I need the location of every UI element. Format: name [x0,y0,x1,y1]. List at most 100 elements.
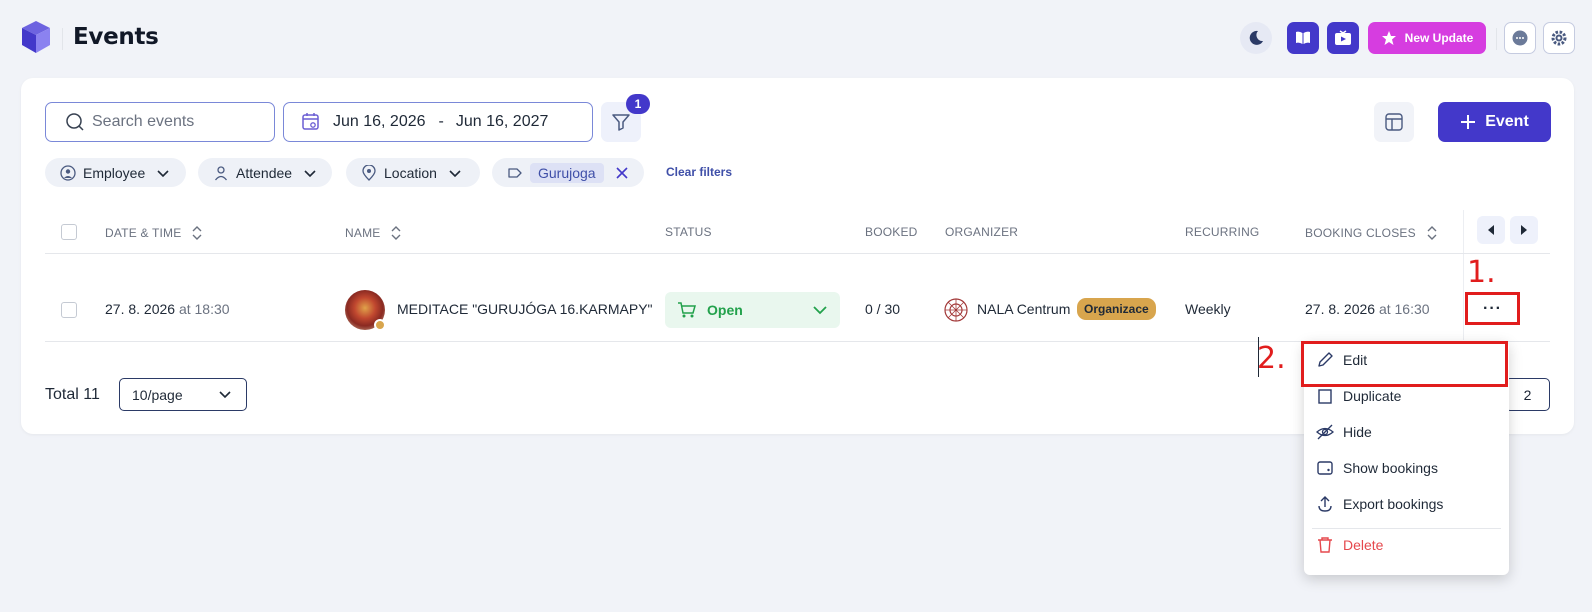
avatar-status-dot [374,319,386,331]
clear-filters-link[interactable]: Clear filters [666,165,732,179]
header-divider-right [1496,28,1497,50]
eye-off-icon [1316,424,1334,440]
row-close-time: at 16:30 [1378,301,1430,317]
new-update-button[interactable]: New Update [1368,22,1486,54]
column-date-time-label: DATE & TIME [105,226,182,240]
date-range-picker[interactable]: Jun 16, 2026 - Jun 16, 2027 [283,102,593,142]
sort-icon [1427,226,1437,240]
dark-mode-toggle[interactable] [1240,22,1272,54]
chevron-down-icon [157,169,169,177]
chevron-down-icon [813,306,827,315]
menu-item-delete[interactable]: Delete [1316,536,1383,554]
menu-item-hide[interactable]: Hide [1316,423,1372,441]
book-icon [1296,31,1310,44]
column-status: STATUS [665,225,712,239]
page-size-select[interactable]: 10/page [119,378,247,411]
user-icon [214,165,228,180]
location-pin-icon [362,164,376,181]
star-icon [1381,31,1396,45]
row-time: at 18:30 [178,301,230,317]
scroll-right-button[interactable] [1510,216,1538,244]
video-icon [1335,30,1351,45]
date-separator: - [438,113,444,130]
menu-item-export-bookings[interactable]: Export bookings [1316,495,1443,513]
location-filter-label: Location [384,164,437,181]
row-date: 27. 8. 2026 [105,301,176,317]
row-actions-button[interactable]: ··· [1465,292,1520,325]
video-button[interactable] [1327,22,1359,54]
app-logo[interactable] [20,20,52,54]
column-name[interactable]: NAME [345,225,402,241]
edit-highlight-box [1301,341,1508,387]
row-organizer: NALA Centrum [977,301,1071,317]
column-booking-closes[interactable]: BOOKING CLOSES [1305,225,1438,241]
moon-icon [1249,30,1263,45]
caret-left-icon [1488,225,1494,235]
menu-item-duplicate[interactable]: Duplicate [1316,387,1401,405]
status-label: Open [707,302,743,318]
user-circle-icon [60,164,76,181]
page-2-label: 2 [1523,386,1532,403]
wallet-icon [1317,461,1333,475]
row-recurring: Weekly [1185,301,1231,317]
column-booked-label: BOOKED [865,225,918,239]
annotation-step-2: 2. [1257,341,1286,376]
trash-icon [1318,537,1332,553]
date-from: Jun 16, 2026 [333,113,426,130]
menu-item-show-bookings-label: Show bookings [1343,460,1438,476]
row-booked: 0 / 30 [865,301,901,317]
search-input[interactable]: Search events [45,102,275,142]
menu-divider [1312,528,1501,529]
column-date-time[interactable]: DATE & TIME [105,225,203,241]
new-update-label: New Update [1404,31,1474,45]
chevron-down-icon [219,390,231,398]
add-event-label: Event [1485,113,1529,130]
location-filter[interactable]: Location [346,158,480,187]
row-checkbox[interactable] [61,302,77,318]
tag-icon [508,167,522,178]
add-event-button[interactable]: Event [1438,102,1551,142]
header-divider [62,28,63,50]
menu-item-delete-label: Delete [1343,537,1384,553]
scroll-left-button[interactable] [1477,216,1505,244]
row-close-date: 27. 8. 2026 [1305,301,1376,317]
chat-button[interactable] [1504,22,1536,54]
row-name[interactable]: MEDITACE "GURUJÓGA 16.KARMAPY" [397,301,653,317]
plus-icon [1461,115,1476,129]
settings-button[interactable] [1543,22,1575,54]
gear-icon [1551,30,1567,46]
employee-filter[interactable]: Employee [45,158,186,187]
filter-count-badge: 1 [626,94,650,114]
tag-filter[interactable]: Gurujoga [492,158,644,187]
column-shadow-divider [1463,210,1464,340]
chevron-down-icon [304,169,316,177]
page-size-value: 10/page [132,386,183,403]
menu-item-export-bookings-label: Export bookings [1343,496,1444,512]
menu-item-hide-label: Hide [1343,424,1372,440]
filter-icon [612,114,630,131]
sort-icon [391,226,401,240]
docs-button[interactable] [1287,22,1319,54]
organizer-badge: Organizace [1077,298,1156,320]
caret-right-icon [1521,225,1527,235]
column-booked: BOOKED [865,225,918,239]
row-booking-closes: 27. 8. 2026 at 16:30 [1305,301,1430,317]
menu-item-duplicate-label: Duplicate [1343,388,1402,404]
select-all-checkbox[interactable] [61,224,77,240]
tag-filter-value: Gurujoga [530,162,604,183]
close-icon[interactable] [615,166,629,180]
column-booking-closes-label: BOOKING CLOSES [1305,226,1416,240]
date-to: Jun 16, 2027 [455,113,549,130]
page-2-button[interactable]: 2 [1505,378,1550,411]
duplicate-icon [1318,389,1332,404]
row-date-time: 27. 8. 2026 at 18:30 [105,301,230,317]
chevron-down-icon [449,169,461,177]
attendee-filter[interactable]: Attendee [198,158,332,187]
columns-button[interactable] [1374,102,1414,142]
total-count: Total 11 [45,386,100,403]
menu-item-show-bookings[interactable]: Show bookings [1316,459,1438,477]
column-name-label: NAME [345,226,381,240]
attendee-filter-label: Attendee [236,164,293,181]
status-dropdown[interactable]: Open [665,292,840,328]
employee-filter-label: Employee [83,164,146,181]
